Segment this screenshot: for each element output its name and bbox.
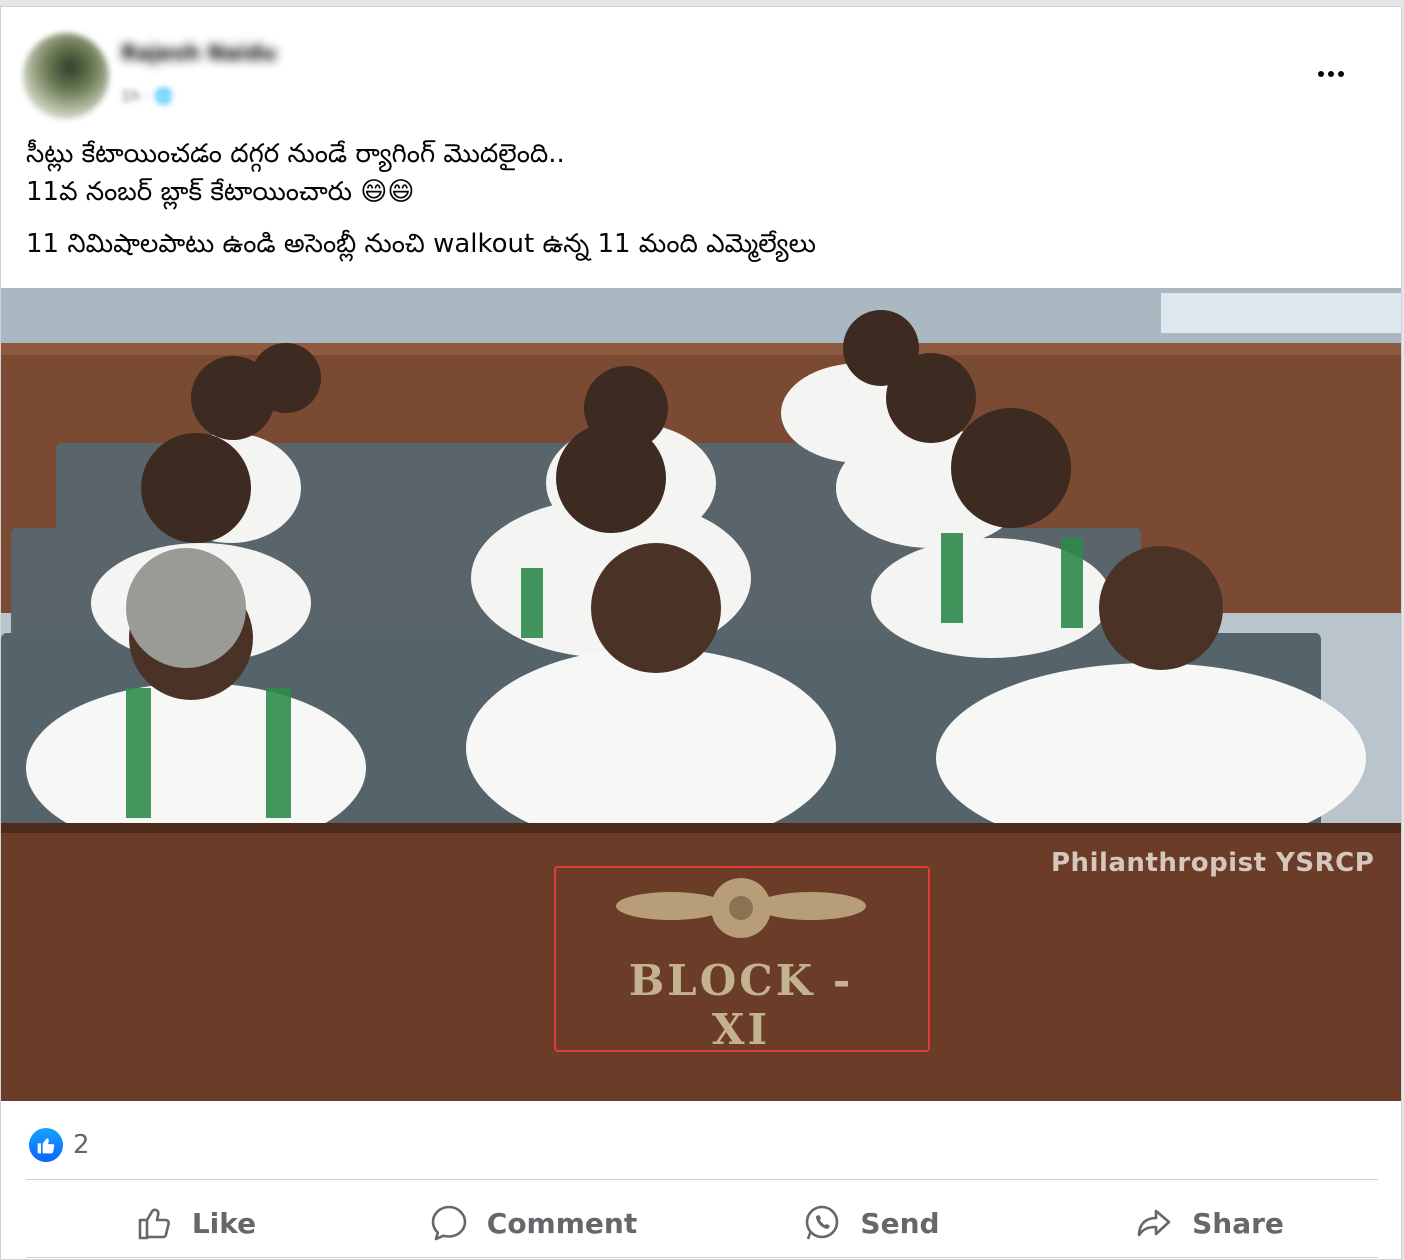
- share-label: Share: [1192, 1206, 1284, 1240]
- post-header: Rajesh Naidu 1h · 🌐: [1, 7, 1401, 119]
- whatsapp-icon: [806, 1205, 839, 1240]
- post-timestamp[interactable]: 1h · 🌐: [121, 87, 173, 105]
- like-button[interactable]: Like: [26, 1187, 364, 1259]
- like-label: Like: [191, 1206, 257, 1240]
- comment-label: Comment: [486, 1206, 638, 1240]
- send-label: Send: [860, 1206, 940, 1240]
- divider: [26, 1179, 1378, 1180]
- share-button[interactable]: Share: [1040, 1187, 1378, 1259]
- reaction-count: 2: [73, 1130, 90, 1160]
- more-options-icon[interactable]: [1311, 59, 1351, 89]
- reaction-summary[interactable]: 2: [29, 1128, 90, 1162]
- like-reaction-icon: [29, 1128, 63, 1162]
- action-bar: Like Comment Send Share: [26, 1187, 1378, 1259]
- post-text-line-2: 11వ నంబర్ బ్లాక్ కేటాయించారు 😄😄: [26, 177, 415, 207]
- highlight-box: [554, 866, 930, 1052]
- avatar[interactable]: [23, 33, 109, 119]
- author-name[interactable]: Rajesh Naidu: [121, 41, 276, 65]
- photo-watermark: Philanthropist YSRCP: [1051, 848, 1375, 878]
- send-button[interactable]: Send: [702, 1187, 1040, 1259]
- divider-bottom: [26, 1257, 1378, 1258]
- post-card: Rajesh Naidu 1h · 🌐 సీట్లు కేటాయించడం దగ…: [0, 6, 1402, 1260]
- post-text: సీట్లు కేటాయించడం దగ్గర నుండే ర్యాగింగ్ …: [26, 135, 1376, 263]
- comment-bubble-icon: [431, 1205, 467, 1241]
- post-text-line-3: 11 నిమిషాలపాటు ఉండి అసెంబ్లీ నుంచి walko…: [26, 229, 816, 259]
- thumbs-up-icon: [138, 1208, 170, 1240]
- post-text-line-1: సీట్లు కేటాయించడం దగ్గర నుండే ర్యాగింగ్ …: [26, 139, 565, 169]
- post-photo[interactable]: Philanthropist YSRCP BLOCK - XI: [1, 288, 1401, 1101]
- comment-button[interactable]: Comment: [364, 1187, 702, 1259]
- share-arrow-icon: [1137, 1209, 1171, 1237]
